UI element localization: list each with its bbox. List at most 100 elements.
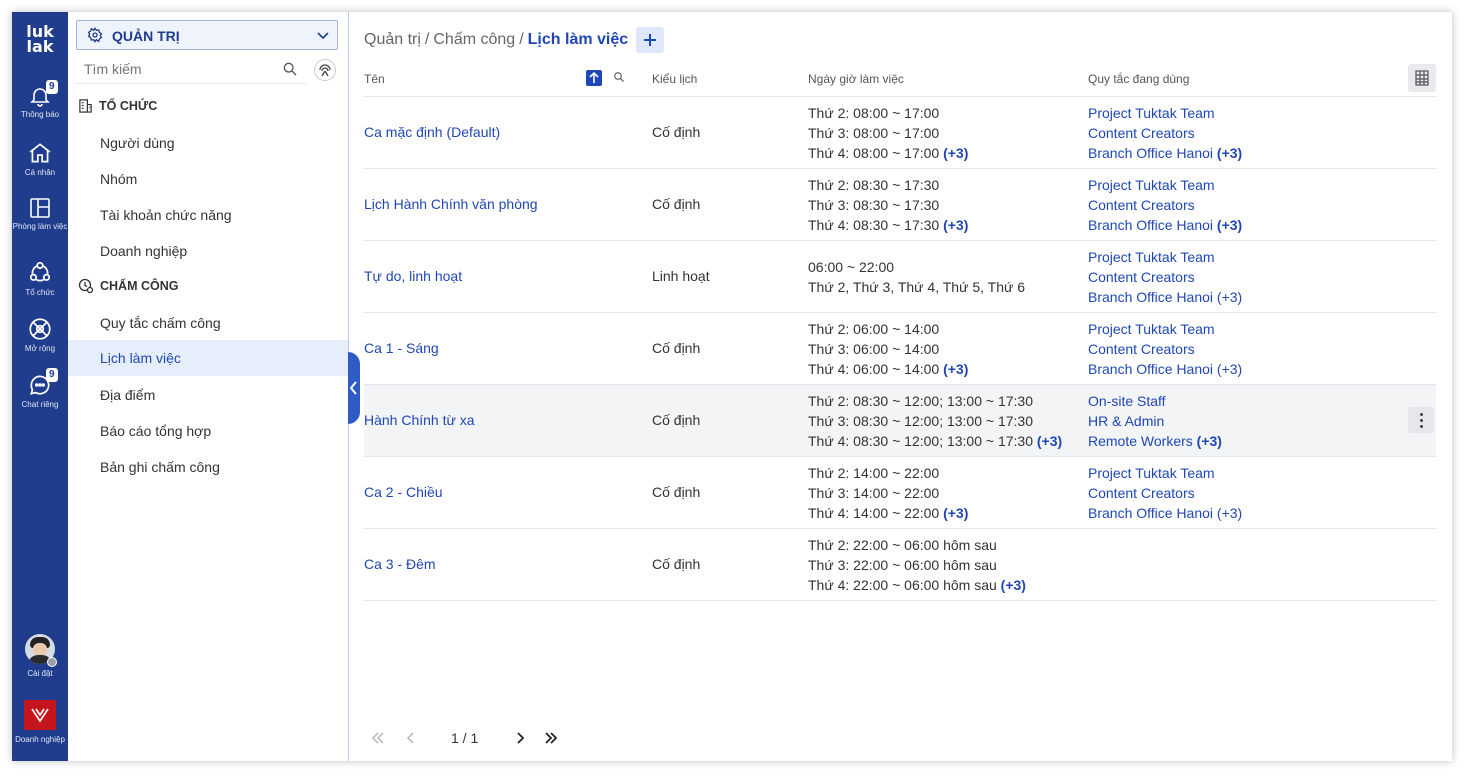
- schedule-type: Cố định: [652, 340, 701, 356]
- table-row[interactable]: Ca 2 - Chiều Cố định Thứ 2: 14:00 ~ 22:0…: [364, 457, 1436, 529]
- rule-link[interactable]: Branch Office Hanoi: [1088, 289, 1213, 305]
- sidebar-item-users[interactable]: Người dùng: [68, 125, 348, 161]
- rules-more-link[interactable]: (+3): [1217, 217, 1242, 233]
- schedule-name-link[interactable]: Ca mặc định (Default): [364, 124, 500, 140]
- rule-link[interactable]: Content Creators: [1088, 267, 1242, 287]
- rule-link[interactable]: Project Tuktak Team: [1088, 319, 1242, 339]
- rule-link[interactable]: Branch Office Hanoi: [1088, 217, 1213, 233]
- times-more-link[interactable]: (+3): [1037, 433, 1062, 449]
- radar-button[interactable]: [314, 59, 336, 81]
- rule-link[interactable]: Content Creators: [1088, 339, 1242, 359]
- rail-label-chat: Chat riêng: [21, 400, 59, 409]
- app-rail: luk lak 9 Thông báo Cá nhân Phòng làm vi…: [12, 12, 68, 761]
- rules-more-link[interactable]: (+3): [1217, 289, 1242, 305]
- table-row[interactable]: Lịch Hành Chính văn phòng Cố định Thứ 2:…: [364, 169, 1436, 241]
- table-row[interactable]: Ca mặc định (Default) Cố định Thứ 2: 08:…: [364, 97, 1436, 169]
- sidebar-item-locations[interactable]: Địa điểm: [68, 377, 348, 413]
- sidebar-item-function-accounts[interactable]: Tài khoản chức năng: [68, 197, 348, 233]
- plus-icon: [644, 34, 657, 46]
- times-more-link[interactable]: (+3): [943, 505, 968, 521]
- rule-link[interactable]: Project Tuktak Team: [1088, 103, 1242, 123]
- rule-link[interactable]: Content Creators: [1088, 123, 1242, 143]
- rules-more-link[interactable]: (+3): [1197, 433, 1222, 449]
- breadcrumb-admin[interactable]: Quản trị: [364, 31, 421, 49]
- rule-link[interactable]: HR & Admin: [1088, 411, 1222, 431]
- breadcrumb-attendance[interactable]: Chấm công: [433, 31, 515, 49]
- schedule-type: Cố định: [652, 196, 701, 212]
- times-more-link[interactable]: (+3): [1001, 577, 1026, 593]
- time-line: Thứ 3: 08:30 ~ 17:30: [808, 197, 940, 213]
- rule-link[interactable]: Remote Workers: [1088, 433, 1193, 449]
- rail-item-organization[interactable]: Tổ chức: [12, 260, 68, 297]
- table-row[interactable]: Ca 3 - Đêm Cố định Thứ 2: 22:00 ~ 06:00 …: [364, 529, 1436, 601]
- sidebar-item-attendance-records[interactable]: Bản ghi chấm công: [68, 449, 348, 485]
- sidebar-item-attendance-rules[interactable]: Quy tắc chấm công: [68, 305, 348, 341]
- rule-link[interactable]: Content Creators: [1088, 195, 1242, 215]
- sidebar-item-enterprise[interactable]: Doanh nghiệp: [68, 233, 348, 269]
- main-content: Quản trị / Chấm công / Lịch làm việc Tên…: [349, 12, 1452, 761]
- rail-item-chat[interactable]: 9 Chat riêng: [12, 368, 68, 409]
- time-line: Thứ 2: 08:00 ~ 17:00: [808, 105, 940, 121]
- time-line: 06:00 ~ 22:00: [808, 259, 895, 275]
- rules-more-link[interactable]: (+3): [1217, 145, 1242, 161]
- times-more-link[interactable]: (+3): [943, 217, 968, 233]
- rule-link[interactable]: Project Tuktak Team: [1088, 175, 1242, 195]
- rule-link[interactable]: Project Tuktak Team: [1088, 463, 1242, 483]
- rules-more-link[interactable]: (+3): [1217, 361, 1242, 377]
- sidebar-item-groups[interactable]: Nhóm: [68, 161, 348, 197]
- sidebar-item-summary-report[interactable]: Báo cáo tổng hợp: [68, 413, 348, 449]
- rail-item-notifications[interactable]: 9 Thông báo: [12, 80, 68, 119]
- add-schedule-button[interactable]: [636, 27, 665, 53]
- rule-line-last: Branch Office Hanoi (+3): [1088, 287, 1242, 307]
- search-input[interactable]: [76, 56, 274, 82]
- tuktak-logo[interactable]: luk lak: [12, 24, 68, 56]
- row-more-menu-button[interactable]: [1408, 407, 1434, 433]
- rules-more-link[interactable]: (+3): [1217, 505, 1242, 521]
- schedule-name-link[interactable]: Tự do, linh hoạt: [364, 268, 462, 284]
- rail-item-personal[interactable]: Cá nhân: [12, 140, 68, 177]
- table-row[interactable]: Tự do, linh hoạt Linh hoạt 06:00 ~ 22:00…: [364, 241, 1436, 313]
- sidebar-item-work-schedule[interactable]: Lịch làm việc: [68, 340, 348, 376]
- rule-link[interactable]: Branch Office Hanoi: [1088, 361, 1213, 377]
- next-page-icon[interactable]: [516, 732, 525, 744]
- columns-icon: [1415, 70, 1429, 86]
- rail-item-workspace[interactable]: Phòng làm việc: [12, 196, 68, 231]
- schedule-name-link[interactable]: Ca 3 - Đêm: [364, 556, 436, 572]
- column-settings-button[interactable]: [1408, 64, 1436, 92]
- time-line-last: Thứ 4: 06:00 ~ 14:00 (+3): [808, 361, 969, 377]
- schedule-name-link[interactable]: Lịch Hành Chính văn phòng: [364, 196, 538, 212]
- logo-line-2: lak: [26, 37, 54, 56]
- section-organization: TỔ CHỨC: [78, 98, 157, 113]
- schedule-name-link[interactable]: Ca 2 - Chiều: [364, 484, 443, 500]
- module-dropdown[interactable]: QUẢN TRỊ: [76, 20, 338, 50]
- rail-item-settings[interactable]: Cài đặt: [12, 634, 68, 678]
- search-icon[interactable]: [282, 61, 298, 77]
- radar-icon: [319, 64, 331, 77]
- schedule-name-link[interactable]: Hành Chính từ xa: [364, 412, 475, 428]
- building-icon: [79, 99, 92, 113]
- breadcrumb-separator: /: [424, 31, 430, 48]
- rule-link[interactable]: Project Tuktak Team: [1088, 247, 1242, 267]
- schedule-rules: Project Tuktak Team Content Creators Bra…: [1088, 247, 1242, 307]
- time-line: Thứ 3: 08:00 ~ 17:00: [808, 125, 940, 141]
- schedule-rules: Project Tuktak Team Content Creators Bra…: [1088, 103, 1242, 163]
- sort-ascending-button[interactable]: [586, 70, 602, 86]
- schedule-name-link[interactable]: Ca 1 - Sáng: [364, 340, 439, 356]
- rule-link[interactable]: Branch Office Hanoi: [1088, 505, 1213, 521]
- prev-page-icon[interactable]: [407, 732, 415, 744]
- rule-link[interactable]: Branch Office Hanoi: [1088, 145, 1213, 161]
- column-search-icon[interactable]: [613, 71, 625, 83]
- schedule-type: Cố định: [652, 124, 701, 140]
- breadcrumb-separator: /: [519, 31, 524, 48]
- last-page-icon[interactable]: [544, 732, 558, 744]
- rail-item-corporation[interactable]: Doanh nghiệp: [12, 700, 68, 744]
- times-more-link[interactable]: (+3): [943, 361, 968, 377]
- times-more-link[interactable]: (+3): [943, 145, 968, 161]
- table-row-hovered[interactable]: Hành Chính từ xa Cố định Thứ 2: 08:30 ~ …: [364, 385, 1436, 457]
- first-page-icon[interactable]: [371, 732, 385, 744]
- rule-link[interactable]: Content Creators: [1088, 483, 1242, 503]
- rail-label-corporation: Doanh nghiệp: [15, 735, 65, 744]
- table-row[interactable]: Ca 1 - Sáng Cố định Thứ 2: 06:00 ~ 14:00…: [364, 313, 1436, 385]
- rule-link[interactable]: On-site Staff: [1088, 391, 1222, 411]
- rail-item-extension[interactable]: Mở rộng: [12, 316, 68, 353]
